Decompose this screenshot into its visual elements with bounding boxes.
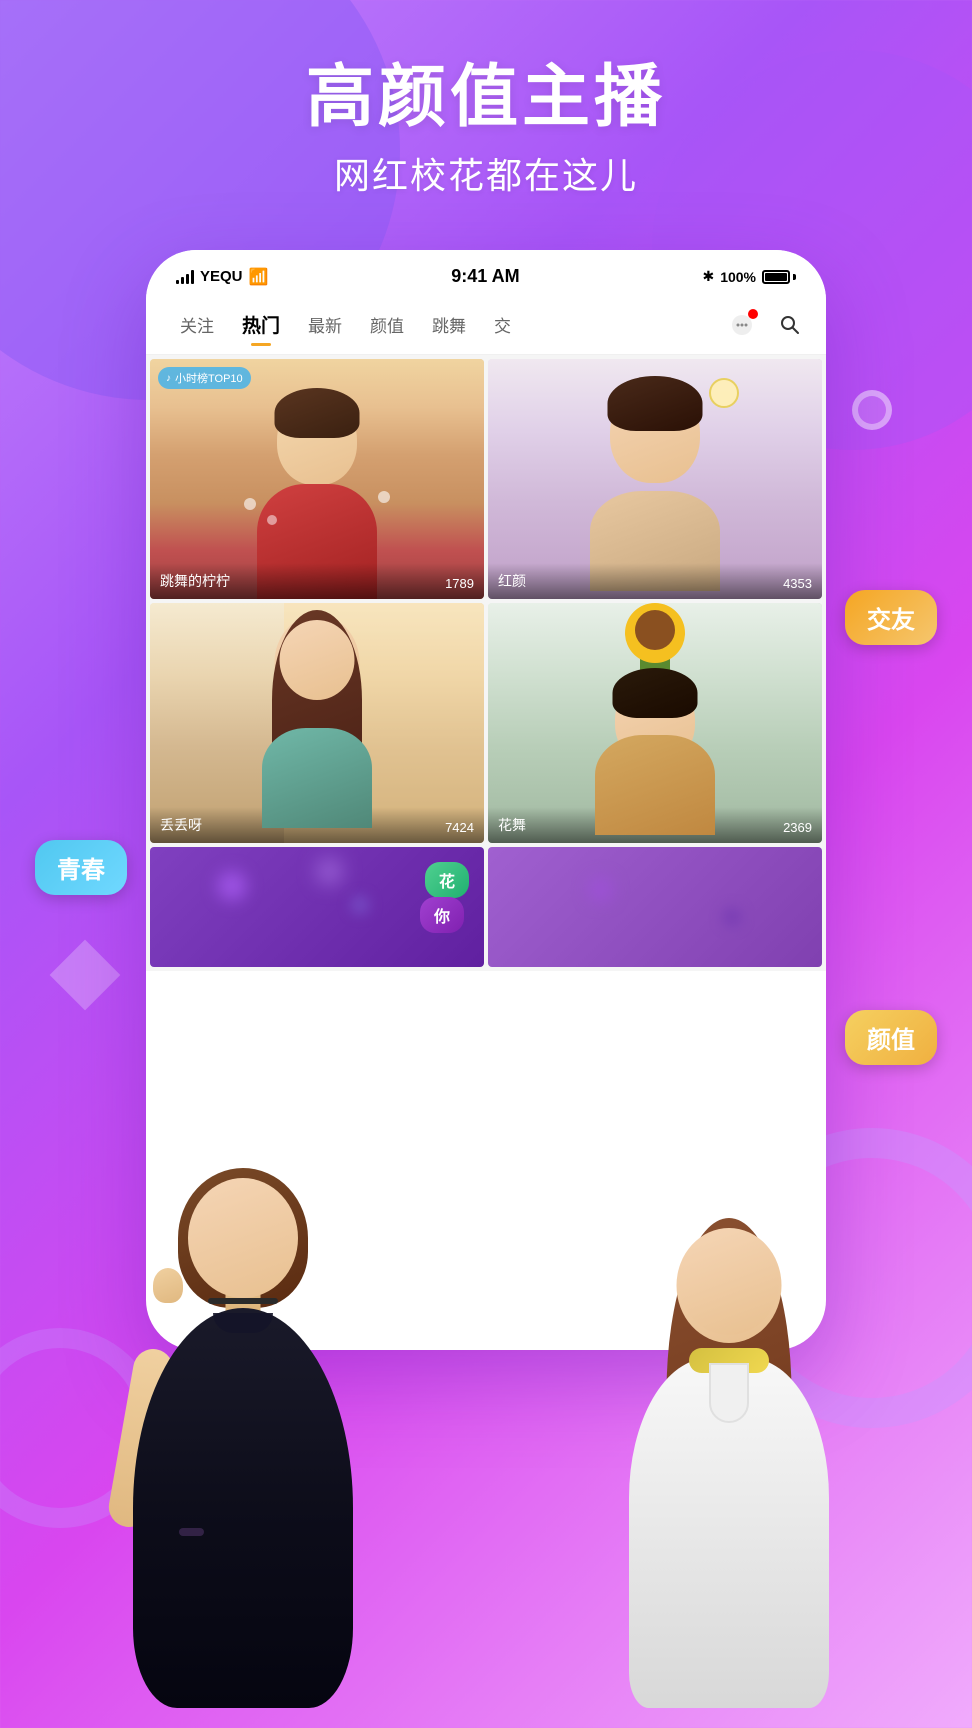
content-grid: ♪ 小时榜TOP10 跳舞的柠柠 1789 (146, 355, 826, 971)
bluetooth-icon: ✱ (702, 268, 714, 285)
card-name-4: 花舞 (498, 815, 526, 835)
card-badge-1: ♪ 小时榜TOP10 (158, 367, 251, 389)
card-label-1: 跳舞的柠柠 1789 (150, 563, 484, 599)
message-badge (748, 309, 758, 319)
tab-yanzhi[interactable]: 颜值 (356, 306, 418, 343)
wifi-icon: 📶 (249, 267, 269, 287)
float-tag-qingchun[interactable]: 青春 (35, 840, 127, 895)
status-time: 9:41 AM (451, 266, 519, 287)
decorative-diamond (50, 940, 121, 1011)
card-count-3: 7424 (445, 820, 474, 835)
status-right: ✱ 100% (702, 268, 796, 285)
tab-zuixin[interactable]: 最新 (294, 306, 356, 343)
decorative-dot (852, 390, 892, 430)
status-bar: YEQU 📶 9:41 AM ✱ 100% (146, 250, 826, 295)
streamer-card-3[interactable]: 丢丢呀 7424 (150, 603, 484, 843)
streamer-card-4[interactable]: 花舞 2369 (488, 603, 822, 843)
main-title: 高颜值主播 (0, 60, 972, 135)
signal-icon (176, 270, 194, 284)
float-tag-yanzhi[interactable]: 颜值 (845, 1010, 937, 1065)
phone-mockup: YEQU 📶 9:41 AM ✱ 100% 关注 热门 最新 颜值 跳舞 (146, 250, 826, 1350)
card-badge-text-1: 小时榜TOP10 (175, 370, 243, 386)
header-section: 高颜值主播 网红校花都在这儿 (0, 60, 972, 199)
tab-remen[interactable]: 热门 (228, 305, 294, 344)
card-label-2: 红颜 4353 (488, 563, 822, 599)
sub-title: 网红校花都在这儿 (0, 147, 972, 199)
card-count-4: 2369 (783, 820, 812, 835)
card-name-2: 红颜 (498, 571, 526, 591)
search-icon-button[interactable] (774, 309, 806, 341)
battery-percent: 100% (720, 269, 756, 285)
streamer-card-5[interactable]: 花 你 (150, 847, 484, 967)
nav-tabs: 关注 热门 最新 颜值 跳舞 交 (146, 295, 826, 355)
card-name-3: 丢丢呀 (160, 815, 202, 835)
card-name-1: 跳舞的柠柠 (160, 571, 230, 591)
card-count-1: 1789 (445, 576, 474, 591)
carrier-label: YEQU (200, 268, 243, 285)
tab-tiaowu[interactable]: 跳舞 (418, 306, 480, 343)
streamer-card-6[interactable] (488, 847, 822, 967)
streamer-card-1[interactable]: ♪ 小时榜TOP10 跳舞的柠柠 1789 (150, 359, 484, 599)
card-count-2: 4353 (783, 576, 812, 591)
message-icon-button[interactable] (726, 309, 758, 341)
float-tag-youjiao[interactable]: 交友 (845, 590, 937, 645)
tab-jiao[interactable]: 交 (480, 306, 525, 343)
battery-icon (762, 270, 796, 284)
streamer-card-2[interactable]: 红颜 4353 (488, 359, 822, 599)
tab-guanzhu[interactable]: 关注 (166, 306, 228, 343)
